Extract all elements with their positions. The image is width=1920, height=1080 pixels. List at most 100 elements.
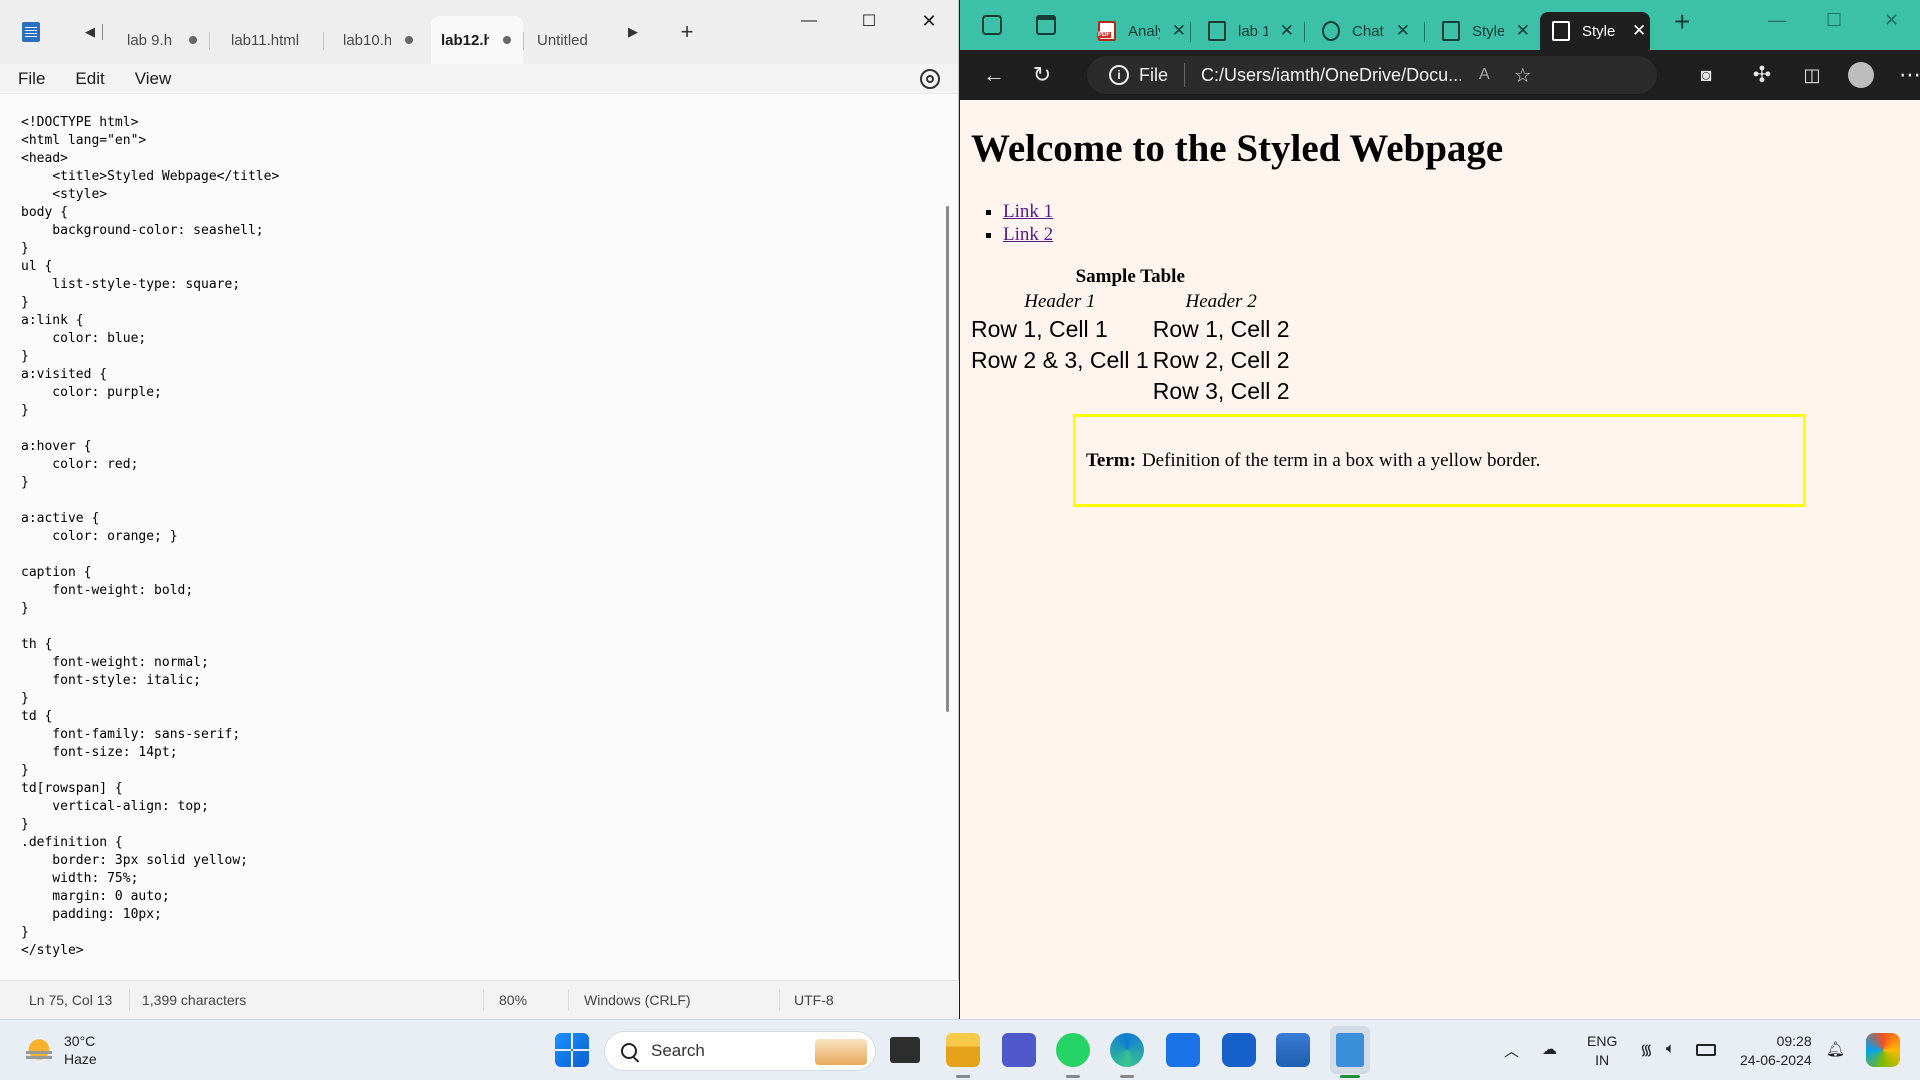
edge-tab-style-active[interactable]: Style ✕ [1540, 12, 1650, 50]
text-editor[interactable]: <!DOCTYPE html> <html lang="en"> <head> … [0, 94, 955, 979]
new-tab-plus-icon[interactable]: + [675, 19, 699, 45]
notification-bell-icon[interactable]: 🔔︎ [1826, 1040, 1845, 1058]
close-icon[interactable]: ✕ [906, 6, 952, 36]
link-2[interactable]: Link 2 [1003, 224, 1053, 245]
tab-actions-icon[interactable] [1036, 15, 1056, 35]
scroll-tabs-right-icon[interactable]: ▶ [621, 24, 645, 40]
unsaved-dot-icon [405, 36, 413, 44]
battery-icon[interactable] [1696, 1044, 1716, 1056]
tab-label: Untitled [537, 31, 588, 49]
teams-icon[interactable] [1002, 1033, 1036, 1067]
edge-tab-style[interactable]: Style ✕ [1430, 12, 1530, 50]
tab-untitled[interactable]: Untitled [523, 16, 609, 64]
volume-icon[interactable]: 🔈︎ [1666, 1040, 1675, 1057]
active-indicator [1340, 1075, 1360, 1078]
new-tab-plus-icon[interactable]: + [1674, 6, 1690, 38]
maximize-icon[interactable]: ☐ [1826, 10, 1842, 31]
vertical-scrollbar[interactable] [946, 206, 949, 712]
extensions-puzzle-icon[interactable]: ✣ [1750, 63, 1774, 87]
status-separator [129, 989, 130, 1011]
edge-tab-chat[interactable]: Chat( ✕ [1310, 12, 1410, 50]
table-row: Row 1, Cell 1 Row 1, Cell 2 [970, 315, 1290, 344]
maximize-icon[interactable]: ☐ [846, 6, 892, 36]
encoding[interactable]: UTF-8 [794, 992, 834, 1008]
microsoft-store-icon[interactable] [1276, 1033, 1310, 1067]
workspaces-icon[interactable] [982, 15, 1002, 35]
edge-tabbar: Analy ✕ lab 1( ✕ Chat( ✕ Style ✕ Style ✕… [960, 0, 1920, 50]
editor-content[interactable]: <!DOCTYPE html> <html lang="en"> <head> … [0, 94, 955, 960]
edge-tab-lab[interactable]: lab 1( ✕ [1196, 12, 1294, 50]
close-tab-icon[interactable]: ✕ [1172, 21, 1186, 41]
weather-sun-haze-icon[interactable] [24, 1033, 54, 1063]
table-header: Header 2 [1185, 291, 1257, 312]
table-cell: Row 1, Cell 1 [971, 316, 1108, 342]
zoom-level[interactable]: 80% [499, 992, 527, 1008]
tab-label: lab10.h [343, 31, 391, 49]
clock-date: 24-06-2024 [1740, 1052, 1812, 1068]
minimize-icon[interactable]: — [1768, 10, 1786, 31]
screenshot-camera-icon[interactable]: ◙ [1694, 63, 1718, 87]
close-tab-icon[interactable]: ✕ [1396, 21, 1410, 41]
tab-lab12[interactable]: lab12.h [431, 16, 523, 64]
page-icon [1552, 21, 1570, 41]
taskbar: 30°C Haze Search ︿ ☁ ENG IN ᯾ 🔈︎ 09:28 2… [0, 1019, 1920, 1080]
copilot-icon[interactable] [1866, 1033, 1900, 1067]
menu-edit[interactable]: Edit [75, 69, 104, 89]
address-bar[interactable]: i File C:/Users/iamth/OneDrive/Docu... A… [1087, 56, 1657, 94]
settings-gear-icon[interactable] [920, 69, 940, 89]
menu-file[interactable]: File [18, 69, 45, 89]
edge-toolbar: ← ↻ i File C:/Users/iamth/OneDrive/Docu.… [960, 50, 1920, 100]
list-item: Link 2 [1003, 223, 1053, 246]
favorite-star-icon[interactable]: ☆ [1514, 63, 1532, 88]
system-clock[interactable]: 09:28 24-06-2024 [1740, 1032, 1812, 1070]
notepad-taskbar-icon[interactable] [1336, 1033, 1364, 1067]
profile-avatar[interactable] [1848, 62, 1874, 88]
unsaved-dot-icon [189, 36, 197, 44]
mail-icon[interactable] [1166, 1033, 1200, 1067]
link-list: Link 1 Link 2 [1003, 200, 1053, 246]
list-item: Link 1 [1003, 200, 1053, 223]
onedrive-offline-icon[interactable]: ☁ [1542, 1040, 1557, 1058]
tab-lab10[interactable]: lab10.h [323, 16, 425, 64]
site-info-icon[interactable]: i [1109, 65, 1129, 85]
split-screen-icon[interactable]: ◫ [1800, 63, 1824, 87]
page-icon [1208, 21, 1226, 41]
more-options-icon[interactable]: ⋯ [1898, 63, 1920, 87]
definition-term: Term: [1086, 449, 1136, 471]
close-tab-icon[interactable]: ✕ [1632, 21, 1646, 41]
tab-lab9[interactable]: lab 9.h [115, 16, 209, 64]
tab-lab11[interactable]: lab11.html [209, 16, 323, 64]
weather-widget[interactable]: 30°C Haze [64, 1032, 97, 1068]
company-portal-icon[interactable] [1222, 1033, 1256, 1067]
read-aloud-icon[interactable]: A [1479, 66, 1490, 84]
url-text[interactable]: C:/Users/iamth/OneDrive/Docu... [1201, 65, 1461, 86]
edge-browser-icon[interactable] [1110, 1033, 1144, 1067]
menu-view[interactable]: View [135, 69, 172, 89]
notepad-window: ◀ lab 9.h lab11.html lab10.h lab12.h Unt… [0, 0, 959, 1019]
edge-tab-analy[interactable]: Analy ✕ [1086, 12, 1186, 50]
file-explorer-icon[interactable] [946, 1033, 980, 1067]
task-view-icon[interactable] [890, 1037, 920, 1063]
line-ending[interactable]: Windows (CRLF) [584, 992, 691, 1008]
scroll-tabs-left-icon[interactable]: ◀ [78, 24, 102, 40]
table-cell: Row 1, Cell 2 [1152, 316, 1290, 342]
minimize-icon[interactable]: — [786, 6, 832, 36]
close-tab-icon[interactable]: ✕ [1280, 21, 1294, 41]
cursor-position: Ln 75, Col 13 [29, 992, 113, 1008]
running-indicator [1120, 1075, 1134, 1078]
chatgpt-icon [1322, 21, 1340, 41]
wifi-icon[interactable]: ᯾ [1640, 1040, 1653, 1060]
close-icon[interactable]: ✕ [1884, 10, 1899, 31]
windows-start-icon[interactable] [555, 1033, 589, 1067]
status-separator [483, 989, 484, 1011]
table-header: Header 1 [1024, 291, 1096, 312]
whatsapp-icon[interactable] [1056, 1033, 1090, 1067]
close-tab-icon[interactable]: ✕ [1516, 21, 1530, 41]
back-arrow-icon[interactable]: ← [982, 63, 1006, 87]
notepad-titlebar: ◀ lab 9.h lab11.html lab10.h lab12.h Unt… [0, 0, 958, 64]
language-indicator[interactable]: ENG IN [1587, 1032, 1617, 1070]
show-hidden-icons-chevron-icon[interactable]: ︿ [1504, 1040, 1519, 1061]
link-1[interactable]: Link 1 [1003, 201, 1053, 222]
taskbar-search-box[interactable]: Search [604, 1031, 876, 1071]
refresh-icon[interactable]: ↻ [1030, 63, 1054, 87]
